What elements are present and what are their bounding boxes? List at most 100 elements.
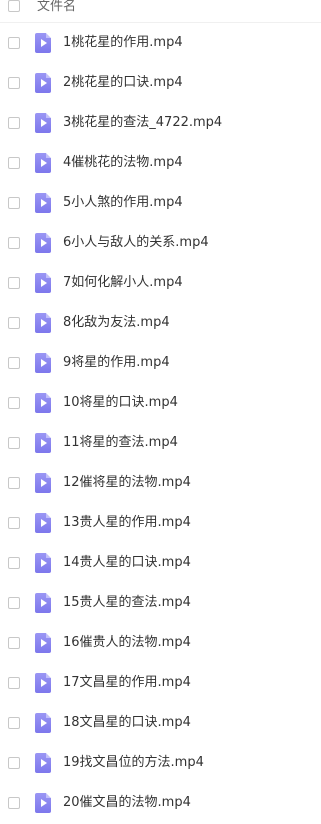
play-icon: [41, 639, 47, 647]
file-row[interactable]: 15贵人星的查法.mp4: [0, 583, 321, 623]
file-name[interactable]: 4催桃花的法物.mp4: [63, 155, 183, 171]
file-name[interactable]: 12催将星的法物.mp4: [63, 475, 191, 491]
file-name[interactable]: 16催贵人的法物.mp4: [63, 635, 191, 651]
video-file-icon: [35, 393, 51, 413]
file-row[interactable]: 17文昌星的作用.mp4: [0, 663, 321, 703]
play-icon: [41, 119, 47, 127]
video-file-icon: [35, 313, 51, 333]
file-row[interactable]: 13贵人星的作用.mp4: [0, 503, 321, 543]
file-name[interactable]: 13贵人星的作用.mp4: [63, 515, 191, 531]
file-name[interactable]: 10将星的口诀.mp4: [63, 395, 178, 411]
video-file-icon: [35, 553, 51, 573]
file-name[interactable]: 14贵人星的口诀.mp4: [63, 555, 191, 571]
video-file-icon: [35, 33, 51, 53]
row-checkbox[interactable]: [8, 717, 20, 729]
row-checkbox[interactable]: [8, 637, 20, 649]
play-icon: [41, 79, 47, 87]
file-row[interactable]: 5小人煞的作用.mp4: [0, 183, 321, 223]
file-rows: 1桃花星的作用.mp4 2桃花星的口诀.mp4 3桃花星的查法_4722.mp4…: [0, 23, 321, 823]
video-file-icon: [35, 793, 51, 813]
row-checkbox[interactable]: [8, 557, 20, 569]
play-icon: [41, 159, 47, 167]
row-checkbox[interactable]: [8, 437, 20, 449]
row-checkbox[interactable]: [8, 757, 20, 769]
play-icon: [41, 239, 47, 247]
play-icon: [41, 439, 47, 447]
file-name[interactable]: 17文昌星的作用.mp4: [63, 675, 191, 691]
file-name[interactable]: 20催文昌的法物.mp4: [63, 795, 191, 811]
video-file-icon: [35, 273, 51, 293]
play-icon: [41, 479, 47, 487]
row-checkbox[interactable]: [8, 357, 20, 369]
select-all-checkbox[interactable]: [8, 0, 20, 12]
video-file-icon: [35, 353, 51, 373]
file-row[interactable]: 7如何化解小人.mp4: [0, 263, 321, 303]
file-name[interactable]: 2桃花星的口诀.mp4: [63, 75, 183, 91]
file-row[interactable]: 12催将星的法物.mp4: [0, 463, 321, 503]
row-checkbox[interactable]: [8, 677, 20, 689]
file-name[interactable]: 7如何化解小人.mp4: [63, 275, 183, 291]
video-file-icon: [35, 513, 51, 533]
play-icon: [41, 359, 47, 367]
video-file-icon: [35, 153, 51, 173]
row-checkbox[interactable]: [8, 37, 20, 49]
play-icon: [41, 599, 47, 607]
row-checkbox[interactable]: [8, 157, 20, 169]
file-row[interactable]: 8化敌为友法.mp4: [0, 303, 321, 343]
play-icon: [41, 279, 47, 287]
row-checkbox[interactable]: [8, 317, 20, 329]
play-icon: [41, 319, 47, 327]
row-checkbox[interactable]: [8, 237, 20, 249]
video-file-icon: [35, 73, 51, 93]
file-list: 文件名 1桃花星的作用.mp4 2桃花星的口诀.mp4 3桃花星的查法_4722…: [0, 0, 321, 824]
row-checkbox[interactable]: [8, 397, 20, 409]
file-row[interactable]: 6小人与敌人的关系.mp4: [0, 223, 321, 263]
video-file-icon: [35, 473, 51, 493]
file-row[interactable]: 10将星的口诀.mp4: [0, 383, 321, 423]
file-name[interactable]: 6小人与敌人的关系.mp4: [63, 235, 209, 251]
file-name[interactable]: 5小人煞的作用.mp4: [63, 195, 183, 211]
file-name[interactable]: 9将星的作用.mp4: [63, 355, 170, 371]
video-file-icon: [35, 193, 51, 213]
row-checkbox[interactable]: [8, 477, 20, 489]
video-file-icon: [35, 233, 51, 253]
file-row[interactable]: 11将星的查法.mp4: [0, 423, 321, 463]
file-row[interactable]: 14贵人星的口诀.mp4: [0, 543, 321, 583]
file-name[interactable]: 1桃花星的作用.mp4: [63, 35, 183, 51]
play-icon: [41, 559, 47, 567]
video-file-icon: [35, 433, 51, 453]
play-icon: [41, 679, 47, 687]
row-checkbox[interactable]: [8, 597, 20, 609]
file-name[interactable]: 11将星的查法.mp4: [63, 435, 178, 451]
row-checkbox[interactable]: [8, 277, 20, 289]
file-list-header: 文件名: [0, 0, 321, 23]
file-row[interactable]: 9将星的作用.mp4: [0, 343, 321, 383]
row-checkbox[interactable]: [8, 197, 20, 209]
play-icon: [41, 519, 47, 527]
file-name[interactable]: 19找文昌位的方法.mp4: [63, 755, 204, 771]
row-checkbox[interactable]: [8, 797, 20, 809]
play-icon: [41, 199, 47, 207]
row-checkbox[interactable]: [8, 517, 20, 529]
play-icon: [41, 719, 47, 727]
file-name[interactable]: 3桃花星的查法_4722.mp4: [63, 115, 222, 131]
file-name[interactable]: 8化敌为友法.mp4: [63, 315, 170, 331]
file-row[interactable]: 19找文昌位的方法.mp4: [0, 743, 321, 783]
filename-column-header[interactable]: 文件名: [37, 0, 76, 15]
video-file-icon: [35, 713, 51, 733]
row-checkbox[interactable]: [8, 77, 20, 89]
file-name[interactable]: 15贵人星的查法.mp4: [63, 595, 191, 611]
video-file-icon: [35, 673, 51, 693]
file-row[interactable]: 20催文昌的法物.mp4: [0, 783, 321, 823]
play-icon: [41, 759, 47, 767]
row-checkbox[interactable]: [8, 117, 20, 129]
file-row[interactable]: 4催桃花的法物.mp4: [0, 143, 321, 183]
file-row[interactable]: 18文昌星的口诀.mp4: [0, 703, 321, 743]
file-row[interactable]: 3桃花星的查法_4722.mp4: [0, 103, 321, 143]
file-row[interactable]: 1桃花星的作用.mp4: [0, 23, 321, 63]
video-file-icon: [35, 753, 51, 773]
file-name[interactable]: 18文昌星的口诀.mp4: [63, 715, 191, 731]
file-row[interactable]: 2桃花星的口诀.mp4: [0, 63, 321, 103]
file-row[interactable]: 16催贵人的法物.mp4: [0, 623, 321, 663]
video-file-icon: [35, 633, 51, 653]
